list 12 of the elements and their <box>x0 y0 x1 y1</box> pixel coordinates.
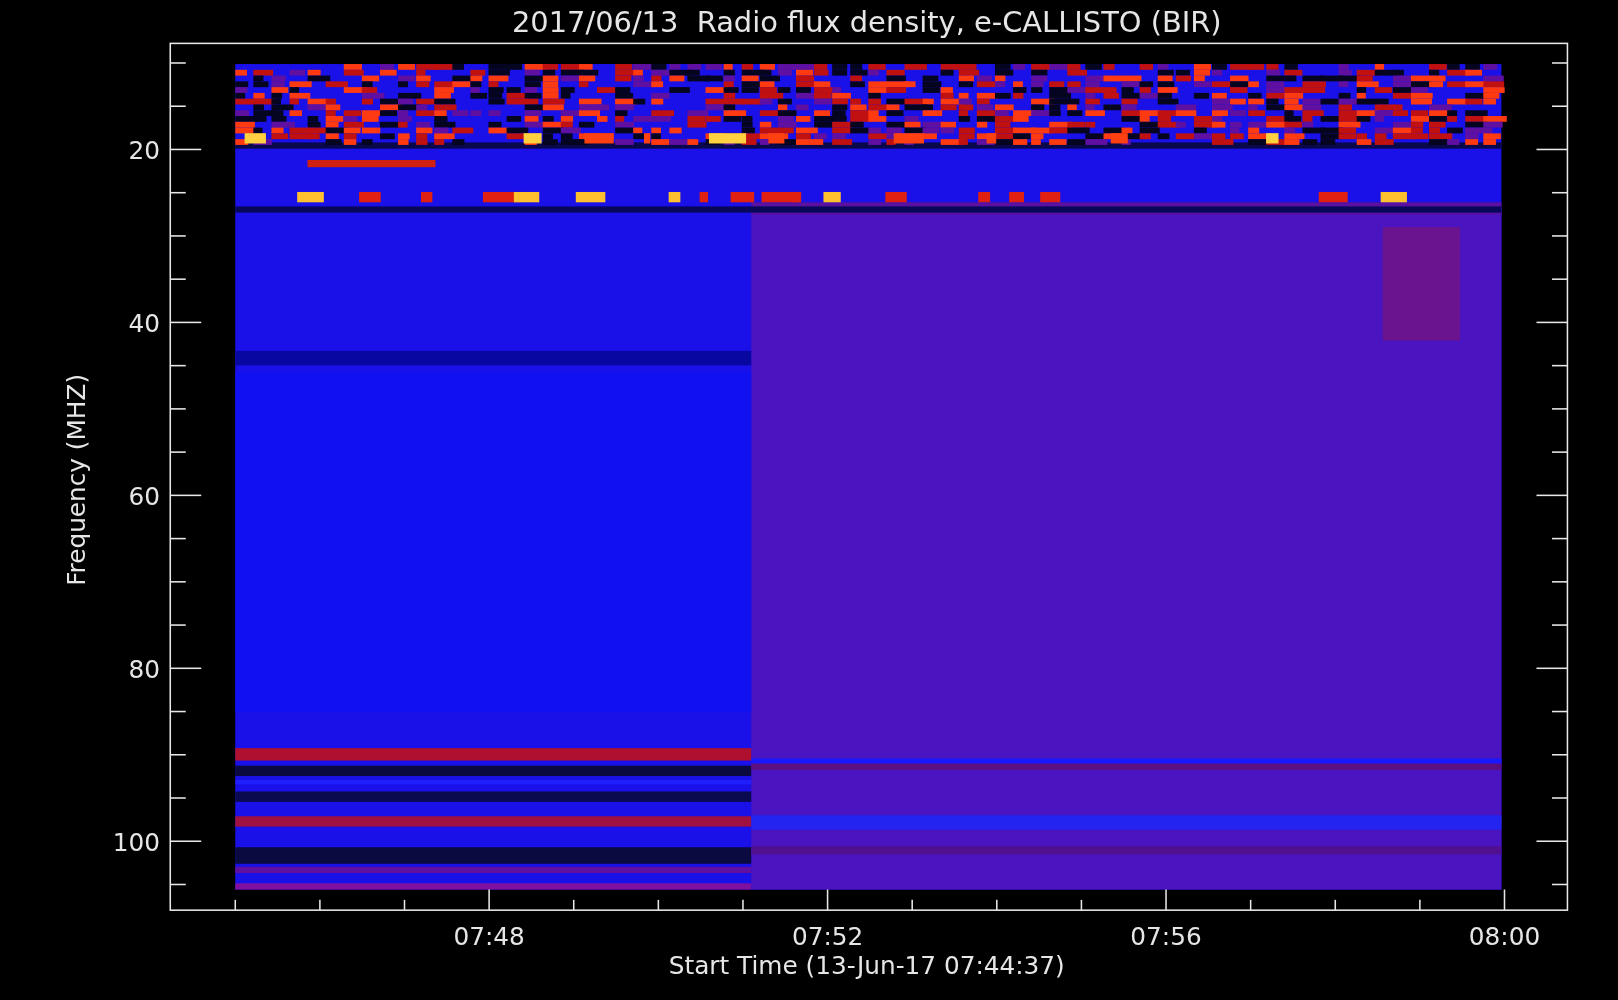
y-tick-label: 60 <box>128 481 160 511</box>
y-axis-label: Frequency (MHZ) <box>61 373 91 586</box>
x-tick-label: 07:48 <box>453 922 525 952</box>
chart-title: 2017/06/13 Radio flux density, e-CALLISTO (BIR) <box>511 5 1222 40</box>
x-tick-label: 07:56 <box>1130 922 1202 952</box>
y-tick-label: 20 <box>128 135 160 165</box>
y-tick-label: 80 <box>128 654 160 684</box>
x-tick-label: 08:00 <box>1468 922 1541 952</box>
y-tick-label: 100 <box>112 827 160 857</box>
x-tick-label: 07:52 <box>791 922 864 952</box>
x-axis-label: Start Time (13-Jun-17 07:44:37) <box>668 951 1065 981</box>
y-tick-label: 40 <box>128 308 160 338</box>
